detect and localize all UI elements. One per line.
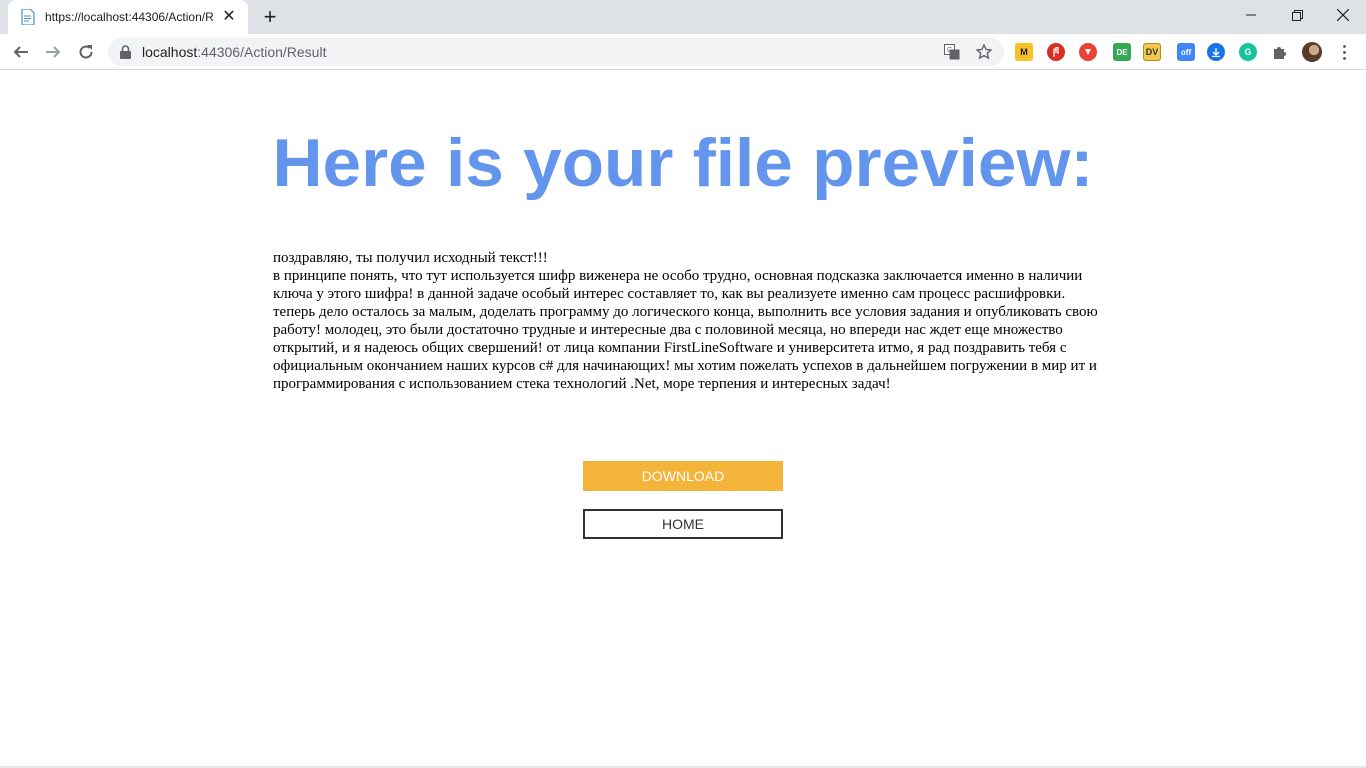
close-window-icon[interactable] bbox=[1320, 0, 1366, 30]
tab-title: https://localhost:44306/Action/R bbox=[45, 10, 214, 24]
address-bar[interactable]: localhost:44306/Action/Result G bbox=[108, 38, 1004, 66]
page-content: Here is your file preview: поздравляю, т… bbox=[0, 71, 1366, 768]
tab-close-icon[interactable]: ✕ bbox=[220, 8, 238, 26]
browser-tab[interactable]: https://localhost:44306/Action/R ✕ bbox=[8, 0, 248, 34]
avatar[interactable] bbox=[1302, 42, 1322, 62]
url-path: :44306/Action/Result bbox=[197, 44, 327, 60]
translate-icon[interactable]: G bbox=[943, 43, 961, 61]
file-preview: поздравляю, ты получил исходный текст!!!… bbox=[273, 249, 1098, 393]
preview-body: в принципе понять, что тут используется … bbox=[273, 268, 1098, 392]
adblock-icon[interactable] bbox=[1047, 43, 1065, 61]
browser-toolbar: localhost:44306/Action/Result G M DE DV … bbox=[0, 34, 1366, 70]
url-text: localhost:44306/Action/Result bbox=[142, 44, 326, 60]
menu-icon[interactable] bbox=[1336, 42, 1352, 62]
restore-icon[interactable] bbox=[1274, 0, 1320, 30]
de-extension-icon[interactable]: DE bbox=[1113, 43, 1131, 61]
download-extension-icon[interactable] bbox=[1207, 43, 1225, 61]
new-tab-button[interactable]: + bbox=[258, 5, 282, 29]
download-button[interactable]: Download bbox=[583, 461, 783, 491]
m-extension-icon[interactable]: M bbox=[1015, 43, 1033, 61]
off-extension-icon[interactable]: off bbox=[1177, 43, 1195, 61]
svg-text:G: G bbox=[947, 47, 952, 54]
url-host: localhost bbox=[142, 44, 198, 60]
grammarly-icon[interactable]: G bbox=[1239, 43, 1257, 61]
dv-extension-icon[interactable]: DV bbox=[1143, 43, 1161, 61]
reload-icon[interactable] bbox=[72, 38, 100, 66]
page-title: Here is your file preview: bbox=[272, 125, 1094, 201]
home-button[interactable]: Home bbox=[583, 509, 783, 539]
lock-icon[interactable] bbox=[120, 45, 131, 64]
puzzle-icon[interactable] bbox=[1271, 43, 1289, 61]
back-icon[interactable] bbox=[7, 38, 35, 66]
forward-icon[interactable] bbox=[39, 38, 67, 66]
tab-strip: https://localhost:44306/Action/R ✕ + bbox=[0, 0, 1366, 34]
bookmark-star-icon[interactable] bbox=[975, 43, 993, 61]
minimize-icon[interactable] bbox=[1228, 0, 1274, 30]
page-icon bbox=[20, 9, 36, 25]
preview-first-line: поздравляю, ты получил исходный текст!!! bbox=[273, 250, 548, 266]
red-extension-icon[interactable] bbox=[1079, 43, 1097, 61]
